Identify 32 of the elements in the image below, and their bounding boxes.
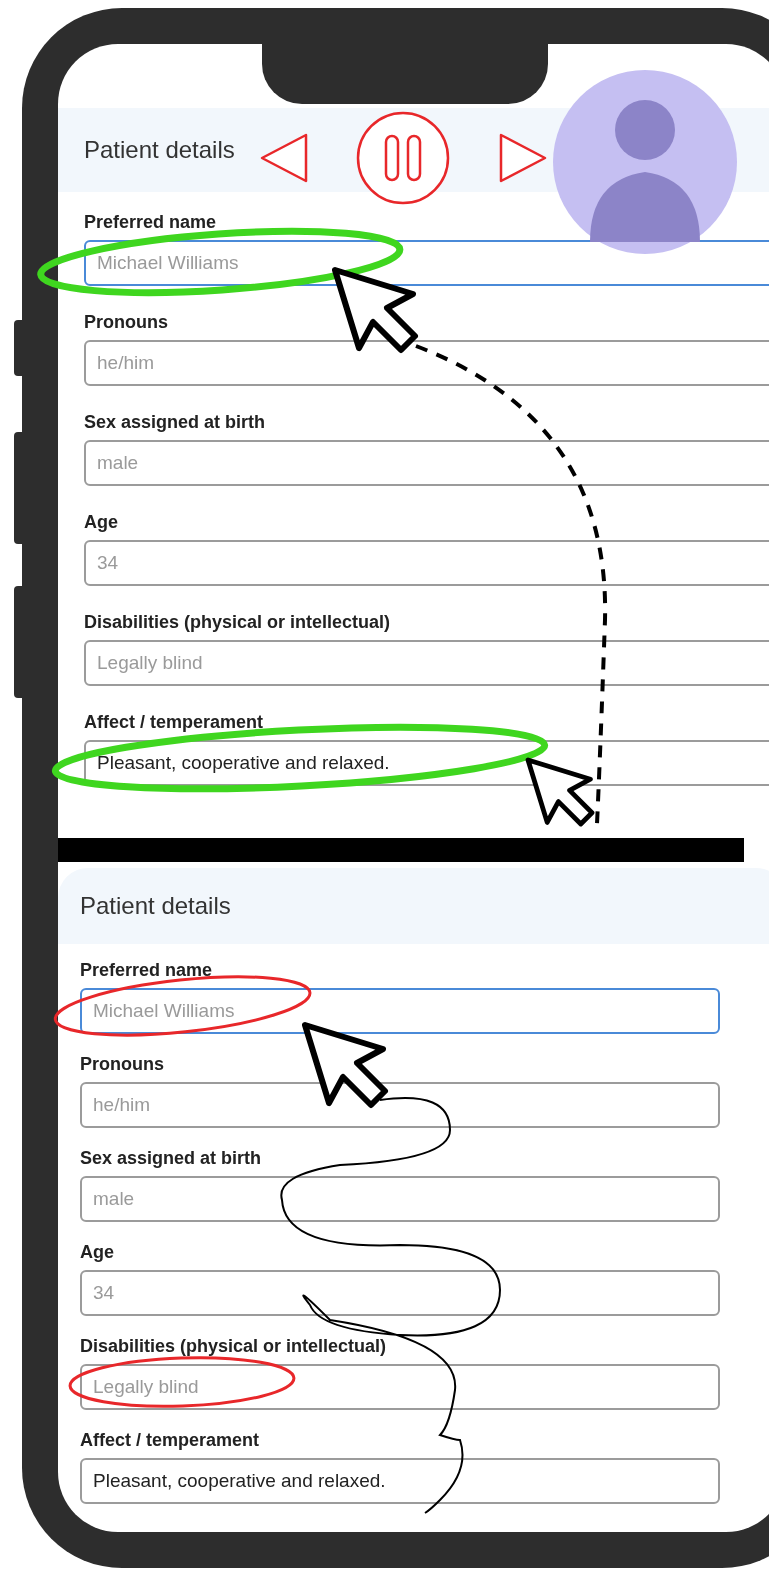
field-label: Pronouns bbox=[80, 1053, 164, 1076]
field-label: Disabilities (physical or intellectual) bbox=[80, 1335, 387, 1358]
input-field[interactable]: Legally blind bbox=[84, 640, 769, 686]
cursor-icon bbox=[525, 757, 595, 827]
cursor-icon bbox=[332, 267, 418, 353]
field-label: Disabilities (physical or intellectual) bbox=[84, 611, 391, 634]
next-icon bbox=[499, 133, 547, 183]
input-field[interactable]: Legally blind bbox=[80, 1364, 720, 1410]
field-label: Age bbox=[80, 1241, 114, 1264]
input-field[interactable]: male bbox=[84, 440, 769, 486]
panel-title: Patient details bbox=[84, 136, 235, 163]
field-label: Preferred name bbox=[80, 959, 213, 982]
pause-icon bbox=[356, 111, 450, 205]
avatar-silhouette-icon bbox=[553, 70, 737, 254]
input-field[interactable]: Michael Williams bbox=[84, 240, 769, 286]
field-label: Pronouns bbox=[84, 311, 168, 334]
input-field[interactable]: 34 bbox=[80, 1270, 720, 1316]
previous-icon bbox=[260, 133, 308, 183]
field-label: Affect / temperament bbox=[80, 1429, 260, 1452]
field-label: Age bbox=[84, 511, 118, 534]
input-field[interactable]: male bbox=[80, 1176, 720, 1222]
field-label: Preferred name bbox=[84, 211, 217, 234]
input-field[interactable]: 34 bbox=[84, 540, 769, 586]
panel-title: Patient details bbox=[80, 892, 231, 919]
field-label: Sex assigned at birth bbox=[80, 1147, 262, 1170]
input-field[interactable]: Pleasant, cooperative and relaxed. bbox=[80, 1458, 720, 1504]
input-field[interactable]: he/him bbox=[84, 340, 769, 386]
field-label: Sex assigned at birth bbox=[84, 411, 266, 434]
input-field[interactable]: he/him bbox=[80, 1082, 720, 1128]
cursor-icon bbox=[302, 1022, 388, 1108]
field-label: Affect / temperament bbox=[84, 711, 264, 734]
input-field[interactable]: Michael Williams bbox=[80, 988, 720, 1034]
